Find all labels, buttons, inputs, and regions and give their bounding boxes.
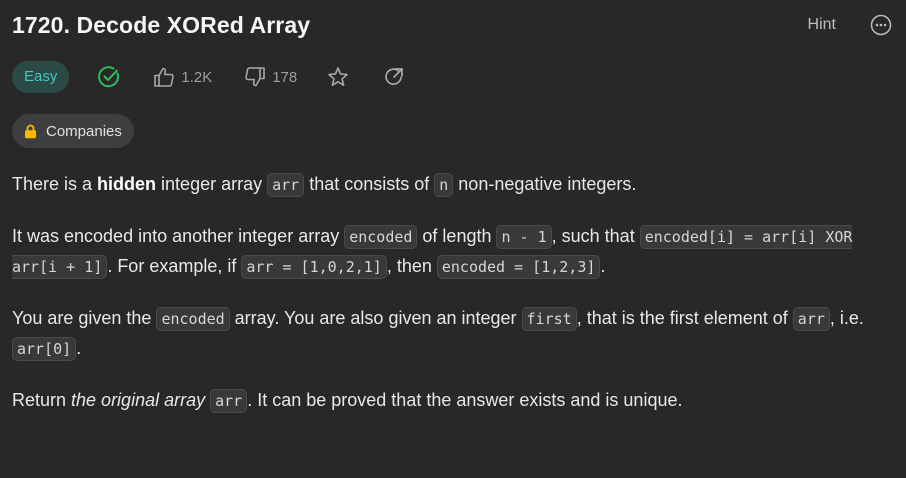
hint-button[interactable]: Hint	[808, 16, 836, 34]
italic-text: the original array	[71, 390, 206, 410]
text: , that is the first element of	[576, 308, 793, 328]
text: Return	[12, 390, 72, 410]
inline-code: arr	[792, 307, 830, 331]
more-icon	[870, 14, 892, 36]
companies-tag[interactable]: Companies	[12, 114, 134, 148]
bold-text: hidden	[97, 174, 157, 194]
description-paragraph-4: Return the original array arr. It can be…	[12, 386, 892, 416]
description-paragraph-1: There is a hidden integer array arr that…	[12, 170, 892, 200]
text: integer array	[156, 174, 268, 194]
meta-row: Easy 1.2K 178	[12, 60, 405, 94]
problem-description: There is a hidden integer array arr that…	[12, 170, 892, 438]
like-button[interactable]: 1.2K	[153, 66, 212, 88]
text: It was encoded into another integer arra…	[12, 226, 345, 246]
text: non-negative integers.	[453, 174, 637, 194]
difficulty-badge: Easy	[12, 61, 70, 93]
inline-code: encoded	[156, 307, 230, 331]
inline-code: arr	[267, 173, 305, 197]
inline-code: arr = [1,0,2,1]	[241, 255, 387, 279]
text: .	[76, 338, 82, 358]
inline-code: n	[434, 173, 454, 197]
favorite-button[interactable]	[327, 66, 349, 88]
description-paragraph-2: It was encoded into another integer arra…	[12, 222, 892, 282]
text: of length	[417, 226, 497, 246]
text: There is a	[12, 174, 98, 194]
share-icon	[385, 68, 404, 85]
star-icon	[328, 67, 349, 86]
solved-status	[97, 65, 121, 89]
more-options-button[interactable]	[870, 14, 892, 36]
text: . For example, if	[107, 256, 242, 276]
text: , i.e.	[829, 308, 864, 328]
text: .	[600, 256, 606, 276]
inline-code: first	[521, 307, 577, 331]
thumbs-up-icon	[154, 67, 175, 87]
dislike-count: 178	[272, 68, 298, 86]
text: , then	[386, 256, 437, 276]
description-paragraph-3: You are given the encoded array. You are…	[12, 304, 892, 364]
inline-code: arr[0]	[12, 337, 77, 361]
text: , such that	[551, 226, 640, 246]
share-button[interactable]	[383, 66, 405, 88]
text: . It can be proved that the answer exist…	[247, 390, 683, 410]
problem-page: 1720. Decode XORed Array Hint Easy 1.2K …	[0, 0, 906, 478]
title-row: 1720. Decode XORed Array Hint	[12, 10, 894, 44]
text: array. You are also given an integer	[229, 308, 522, 328]
solved-check-icon	[98, 66, 120, 88]
thumbs-down-icon	[245, 67, 266, 87]
dislike-button[interactable]: 178	[244, 66, 297, 88]
like-count: 1.2K	[181, 68, 213, 86]
inline-code: n - 1	[496, 225, 552, 249]
text: that consists of	[304, 174, 435, 194]
inline-code: encoded	[344, 225, 418, 249]
inline-code: arr	[210, 389, 248, 413]
text: You are given the	[12, 308, 157, 328]
companies-label: Companies	[46, 122, 122, 140]
inline-code: encoded = [1,2,3]	[436, 255, 601, 279]
page-title: 1720. Decode XORed Array	[12, 12, 311, 38]
lock-icon	[25, 124, 36, 138]
